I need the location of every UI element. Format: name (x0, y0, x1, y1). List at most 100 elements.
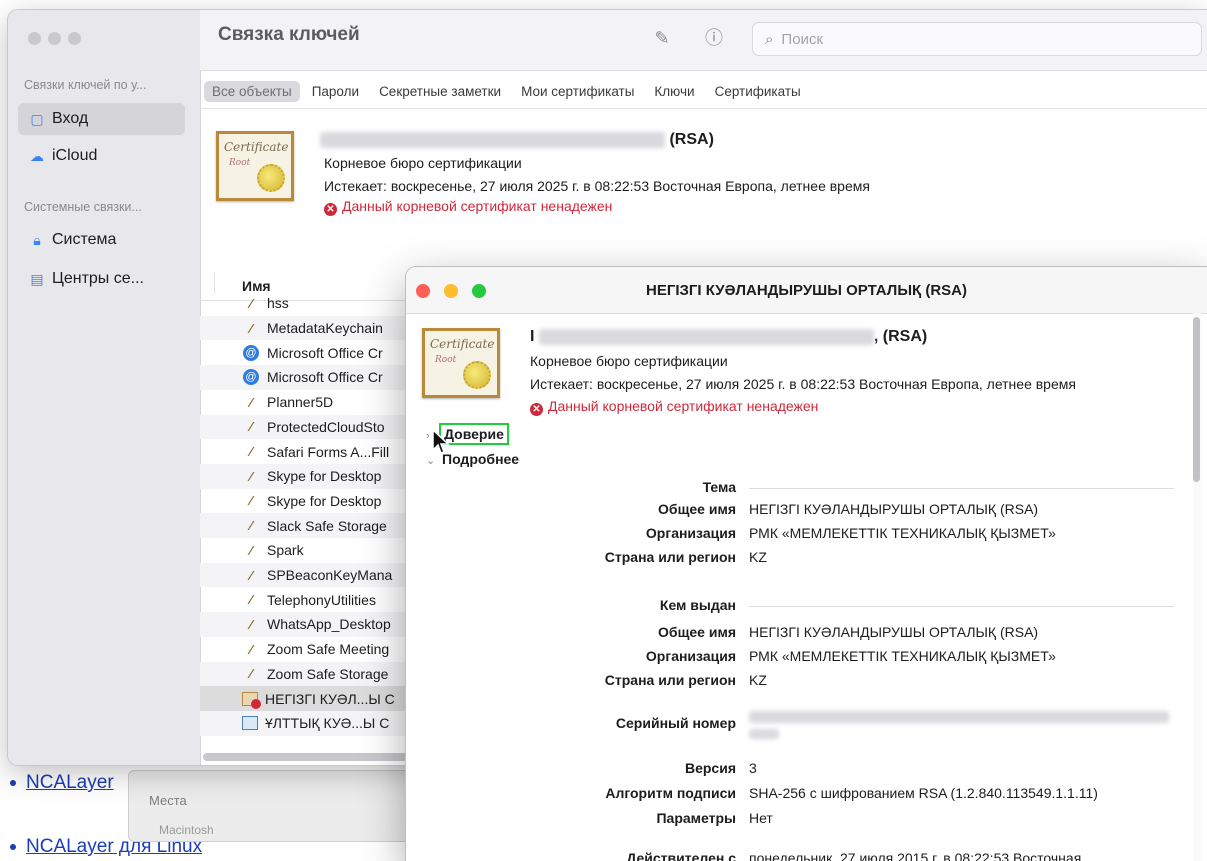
list-item[interactable]: ∕ Planner5D (200, 390, 430, 415)
tab-my-certificates[interactable]: Мои сертификаты (513, 81, 642, 102)
info-icon: ⓘ (705, 28, 723, 48)
category-tabs: Все объекты Пароли Секретные заметки Мои… (200, 76, 1207, 106)
list-item[interactable]: ∕ WhatsApp_Desktop (200, 612, 430, 637)
close-button[interactable] (28, 32, 41, 45)
list-item[interactable]: @ Microsoft Office Cr (200, 365, 430, 390)
list-item[interactable]: ∕ Slack Safe Storage (200, 513, 430, 538)
signature-algorithm-value: SHA-256 с шифрованием RSA (1.2.840.11354… (749, 785, 1098, 801)
selected-cert-expires: Истекает: воскресенье, 27 июля 2025 г. в… (324, 178, 870, 194)
list-item[interactable]: ∕ hss (200, 291, 430, 316)
key-icon: ∕ (249, 468, 253, 484)
list-item[interactable]: ∕ Skype for Desktop (200, 489, 430, 514)
error-icon (251, 698, 261, 709)
sidebar-item-system[interactable]: 🔒︎ Система (18, 224, 185, 256)
at-icon: @ (243, 369, 259, 386)
seal-icon (463, 361, 491, 389)
ncalayer-link-label: NCALayer (26, 772, 114, 793)
divider (749, 488, 1174, 489)
tab-secure-notes[interactable]: Секретные заметки (371, 81, 509, 102)
minimize-button[interactable] (48, 32, 61, 45)
redacted-text (320, 131, 665, 148)
selected-cert-title-suffix: (RSA) (669, 131, 714, 148)
serial-number-label: Серийный номер (615, 715, 736, 731)
section-heading: Тема (702, 479, 736, 495)
cloud-icon: ☁ (30, 147, 44, 164)
certificate-icon-text: Certificate (430, 337, 495, 351)
key-icon: ∕ (249, 666, 253, 682)
section-heading: Кем выдан (659, 597, 736, 613)
certificate-icon: Certificate Root (216, 131, 294, 201)
list-item[interactable]: ∕ TelephonyUtilities (200, 587, 430, 612)
list-item[interactable]: ∕ Spark (200, 538, 430, 563)
sidebar-item-label: Система (52, 231, 117, 248)
key-icon: ∕ (249, 394, 253, 410)
list-item[interactable]: ∕ Skype for Desktop (200, 463, 430, 489)
parameters-label: Параметры (656, 810, 736, 826)
new-item-button[interactable]: ✎ (650, 26, 674, 50)
list-item-name: Zoom Safe Storage (267, 665, 389, 682)
list-item-name: Zoom Safe Meeting (267, 641, 390, 658)
mouse-cursor-icon (432, 428, 450, 454)
list-item[interactable]: ҰЛТТЫҚ КУӘ...Ы С (200, 710, 430, 736)
search-field[interactable]: ⌕ Поиск (752, 22, 1202, 56)
dialog-title: НЕГІЗГІ КУӘЛАНДЫРУШЫ ОРТАЛЫҚ (RSA) (645, 282, 968, 299)
finder-section-places: Места (149, 793, 187, 808)
key-icon: ∕ (249, 518, 253, 534)
selected-cert-warning: ✕ Данный корневой сертификат ненадежен (324, 198, 612, 216)
list-item[interactable]: ∕ SPBeaconKeyMana (200, 562, 430, 588)
sidebar-item-cert-centers[interactable]: ▤ Центры се... (18, 263, 185, 295)
certificate-icon-subtext: Root (229, 158, 251, 168)
key-icon: ∕ (249, 444, 253, 460)
dialog-cert-title-prefix: I (530, 328, 535, 345)
tab-keys[interactable]: Ключи (646, 81, 702, 102)
search-icon: ⌕ (765, 30, 774, 48)
info-button[interactable]: ⓘ (702, 26, 726, 50)
zoom-button[interactable] (68, 32, 81, 45)
dialog-titlebar: НЕГІЗГІ КУӘЛАНДЫРУШЫ ОРТАЛЫҚ (RSA) (406, 267, 1207, 314)
sidebar-item-login[interactable]: ▢ Вход (18, 103, 185, 135)
list-item-name: НЕГІЗГІ КУӘЛ...Ы С (265, 690, 395, 707)
list-item[interactable]: ∕ Safari Forms A...Fill (200, 439, 430, 464)
subject-organization-value: РМК «МЕМЛЕКЕТТІК ТЕХНИКАЛЫҚ ҚЫЗМЕТ» (749, 525, 1056, 541)
tab-certificates[interactable]: Сертификаты (707, 81, 809, 102)
key-icon: ∕ (249, 295, 253, 311)
dialog-cert-warning: ✕ Данный корневой сертификат ненадежен (530, 398, 818, 416)
key-icon: ∕ (249, 592, 253, 608)
signature-algorithm-label: Алгоритм подписи (605, 785, 736, 801)
parameters-value: Нет (749, 810, 773, 826)
compose-icon: ✎ (654, 28, 670, 48)
valid-from-label: Действителен с (626, 850, 736, 861)
list-item[interactable]: ∕ ProtectedCloudSto (200, 414, 430, 440)
key-icon: ∕ (249, 493, 253, 509)
list-item[interactable]: ∕ Zoom Safe Meeting (200, 637, 430, 662)
finder-item-macintosh[interactable]: Macintosh (159, 823, 214, 837)
issuer-country-value: KZ (749, 672, 767, 688)
search-placeholder: Поиск (781, 30, 823, 48)
sidebar-item-icloud[interactable]: ☁ iCloud (18, 140, 185, 172)
tab-passwords[interactable]: Пароли (304, 81, 367, 102)
divider (749, 606, 1174, 607)
ncalayer-link[interactable]: NCALayer (10, 772, 114, 794)
list-item[interactable]: ∕ MetadataKeychain (200, 315, 430, 341)
subject-organization-label: Организация (645, 525, 736, 541)
list-item[interactable]: ∕ Zoom Safe Storage (200, 661, 430, 687)
issuer-common-name-label: Общее имя (658, 624, 736, 640)
toolbar: Связка ключей ✎ ⓘ ⌕ Поиск (200, 10, 1207, 71)
horizontal-scrollbar[interactable] (203, 753, 428, 761)
list-item-name: hss (267, 295, 289, 312)
key-icon: ∕ (249, 641, 253, 657)
bullet (10, 779, 16, 786)
tab-all-items[interactable]: Все объекты (204, 80, 300, 102)
selected-cert-title: (RSA) (320, 131, 714, 149)
scrollbar-thumb[interactable] (1193, 317, 1200, 482)
dialog-cert-title-suffix: , (RSA) (873, 328, 928, 345)
list-item[interactable]: @ Microsoft Office Cr (200, 340, 430, 365)
issuer-country-label: Страна или регион (604, 672, 736, 688)
list-item-name: ProtectedCloudSto (267, 418, 385, 435)
cert-icon (242, 716, 258, 731)
issuer-organization-label: Организация (645, 648, 736, 664)
list-item[interactable]: НЕГІЗГІ КУӘЛ...Ы С (200, 686, 430, 711)
version-value: 3 (749, 760, 757, 776)
divider (200, 108, 1207, 109)
dialog-cert-title: I , (RSA) (530, 328, 927, 346)
